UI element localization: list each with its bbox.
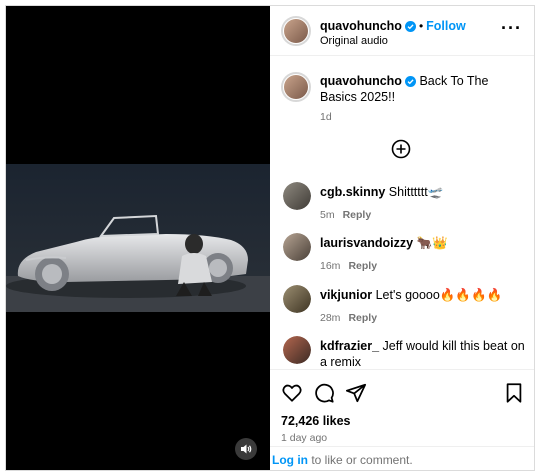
post-dialog: quavohuncho • Follow Original audio ··· qu… [5,5,535,471]
reply-button[interactable]: Reply [348,260,377,272]
like-count[interactable]: 72,426 likes [281,414,351,428]
share-icon[interactable] [345,382,367,404]
reply-button[interactable]: Reply [348,312,377,324]
comment-text: 🐂👑 [416,236,448,250]
comment-body: laurisvandoizzy 🐂👑 [320,235,525,251]
comment-age: 5m [320,209,335,221]
verified-badge-icon [404,21,416,32]
comment-username[interactable]: laurisvandoizzy [320,236,413,250]
comment-username[interactable]: cgb.skinny [320,185,385,199]
login-prompt-text: to like or comment. [308,453,413,467]
video-player[interactable] [6,6,270,470]
login-prompt: Log in to like or comment. [270,446,534,470]
comment-username[interactable]: vikjunior [320,288,372,302]
comment-text: Shitttttt🛫 [388,185,444,199]
comment-body: vikjunior Let's goooo🔥🔥🔥🔥 [320,287,525,303]
comment-meta: 5m Reply [320,205,371,223]
comment-meta: 16m Reply [320,256,377,274]
more-options-icon: ··· [501,18,522,38]
comment-age: 28m [320,312,341,324]
mute-toggle-button[interactable] [235,438,257,460]
speaker-icon [241,444,252,454]
more-options-button[interactable]: ··· [501,19,522,37]
comment-body: kdfrazier_ Jeff would kill this beat on … [320,338,525,370]
follow-button[interactable]: Follow [426,19,466,33]
post-header: quavohuncho • Follow Original audio ··· [270,6,534,56]
author-line: quavohuncho • Follow [320,17,466,35]
comment-avatar[interactable] [283,182,311,210]
comment-age: 16m [320,260,341,272]
caption-age: 1d [320,111,332,123]
comment-avatar[interactable] [283,285,311,313]
comment-body: cgb.skinny Shitttttt🛫 [320,184,525,200]
comment-icon[interactable] [313,382,335,404]
video-still-image [6,164,270,312]
comment-avatar[interactable] [283,233,311,261]
heart-icon[interactable] [281,382,303,404]
caption-body: quavohuncho Back To The Basics 2025!! [320,73,525,105]
author-avatar[interactable] [281,16,311,46]
comment-username[interactable]: kdfrazier_ [320,339,379,353]
audio-label[interactable]: Original audio [320,35,388,47]
video-frame [6,164,270,312]
separator-dot: • [418,19,424,33]
post-date: 1 day ago [281,432,328,444]
comment-avatar[interactable] [283,336,311,364]
reply-button[interactable]: Reply [343,209,372,221]
add-comment-icon[interactable] [391,139,411,159]
author-username[interactable]: quavohuncho [320,19,402,33]
caption-avatar[interactable] [281,72,311,102]
login-link[interactable]: Log in [272,453,308,467]
caption-username[interactable]: quavohuncho [320,74,402,88]
verified-badge-icon [404,76,416,87]
comment-meta: 28m Reply [320,308,377,326]
post-sidebar: quavohuncho • Follow Original audio ··· qu… [270,6,534,470]
comment-text: Let's goooo🔥🔥🔥🔥 [375,288,503,302]
bookmark-icon[interactable] [503,382,525,404]
